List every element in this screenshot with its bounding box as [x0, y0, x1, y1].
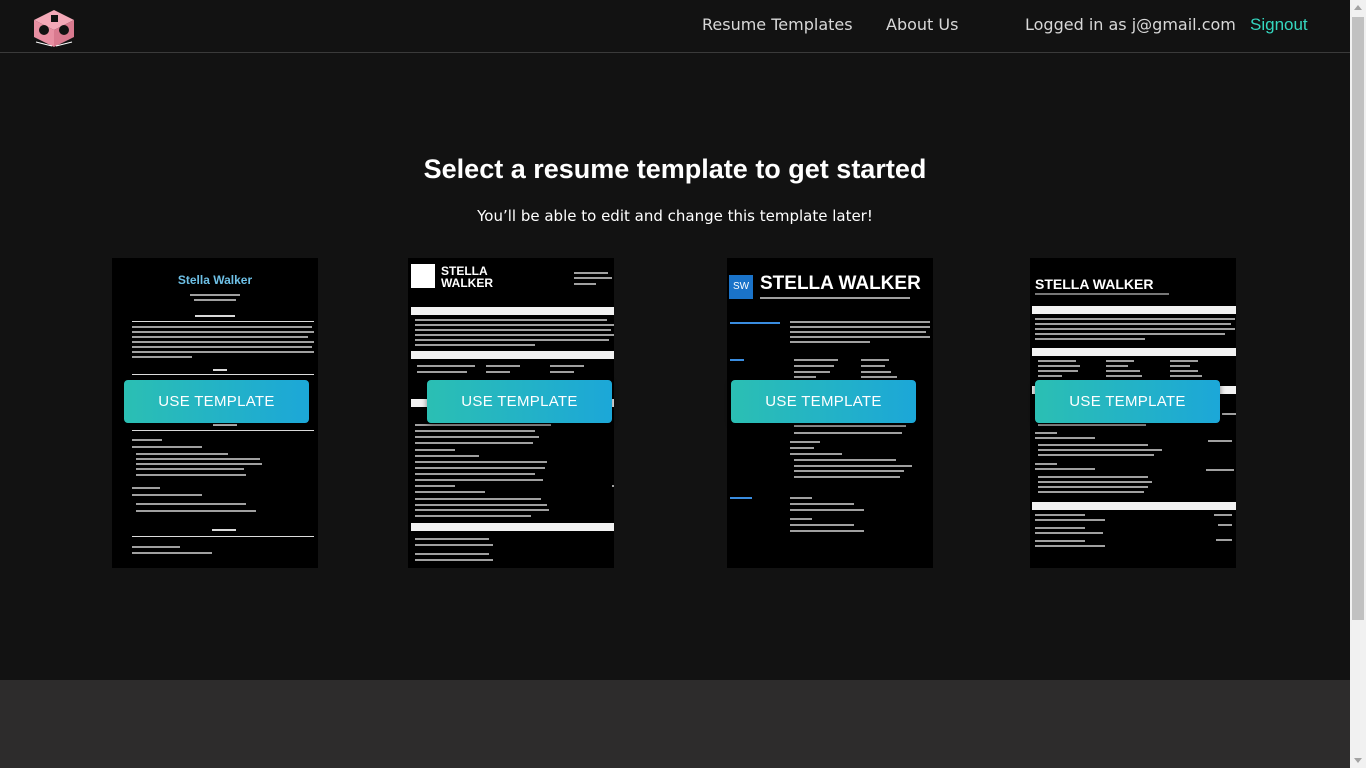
preview-name: STELLA WALKER [441, 264, 493, 290]
page-title: Select a resume template to get started [423, 154, 927, 184]
app-logo[interactable] [32, 8, 77, 48]
nav-resume-templates[interactable]: Resume Templates [702, 15, 853, 34]
template-card-1[interactable]: Stella Walker USE TEMPLATE [112, 258, 318, 568]
use-template-button-2[interactable]: USE TEMPLATE [427, 380, 612, 423]
nav-about-us[interactable]: About Us [886, 15, 958, 34]
use-template-button-3[interactable]: USE TEMPLATE [731, 380, 916, 423]
vertical-scrollbar[interactable] [1350, 0, 1366, 768]
initials-badge: SW [729, 275, 753, 299]
scroll-down-arrow-icon[interactable] [1350, 752, 1366, 768]
preview-name: Stella Walker [177, 273, 253, 287]
logged-in-user: Logged in as j@gmail.com [1025, 15, 1236, 34]
page-footer [0, 680, 1350, 768]
preview-name: STELLA WALKER [1035, 276, 1154, 292]
template-card-4[interactable]: STELLA WALKER USE TEMPLATE [1030, 258, 1236, 568]
top-navbar: Resume Templates About Us Logged in as j… [0, 0, 1350, 53]
template-card-3[interactable]: SW STELLA WALKER USE TEMPLATE [727, 258, 933, 568]
use-template-button-4[interactable]: USE TEMPLATE [1035, 380, 1220, 423]
scroll-up-arrow-icon[interactable] [1350, 0, 1366, 16]
scrollbar-thumb[interactable] [1352, 17, 1364, 620]
photo-placeholder [411, 264, 435, 288]
preview-name: STELLA WALKER [760, 273, 921, 294]
use-template-button-1[interactable]: USE TEMPLATE [124, 380, 309, 423]
template-card-2[interactable]: STELLA WALKER USE TEMPLATE [408, 258, 614, 568]
page-subtitle: You’ll be able to edit and change this t… [477, 207, 873, 225]
signout-link[interactable]: Signout [1250, 15, 1308, 35]
